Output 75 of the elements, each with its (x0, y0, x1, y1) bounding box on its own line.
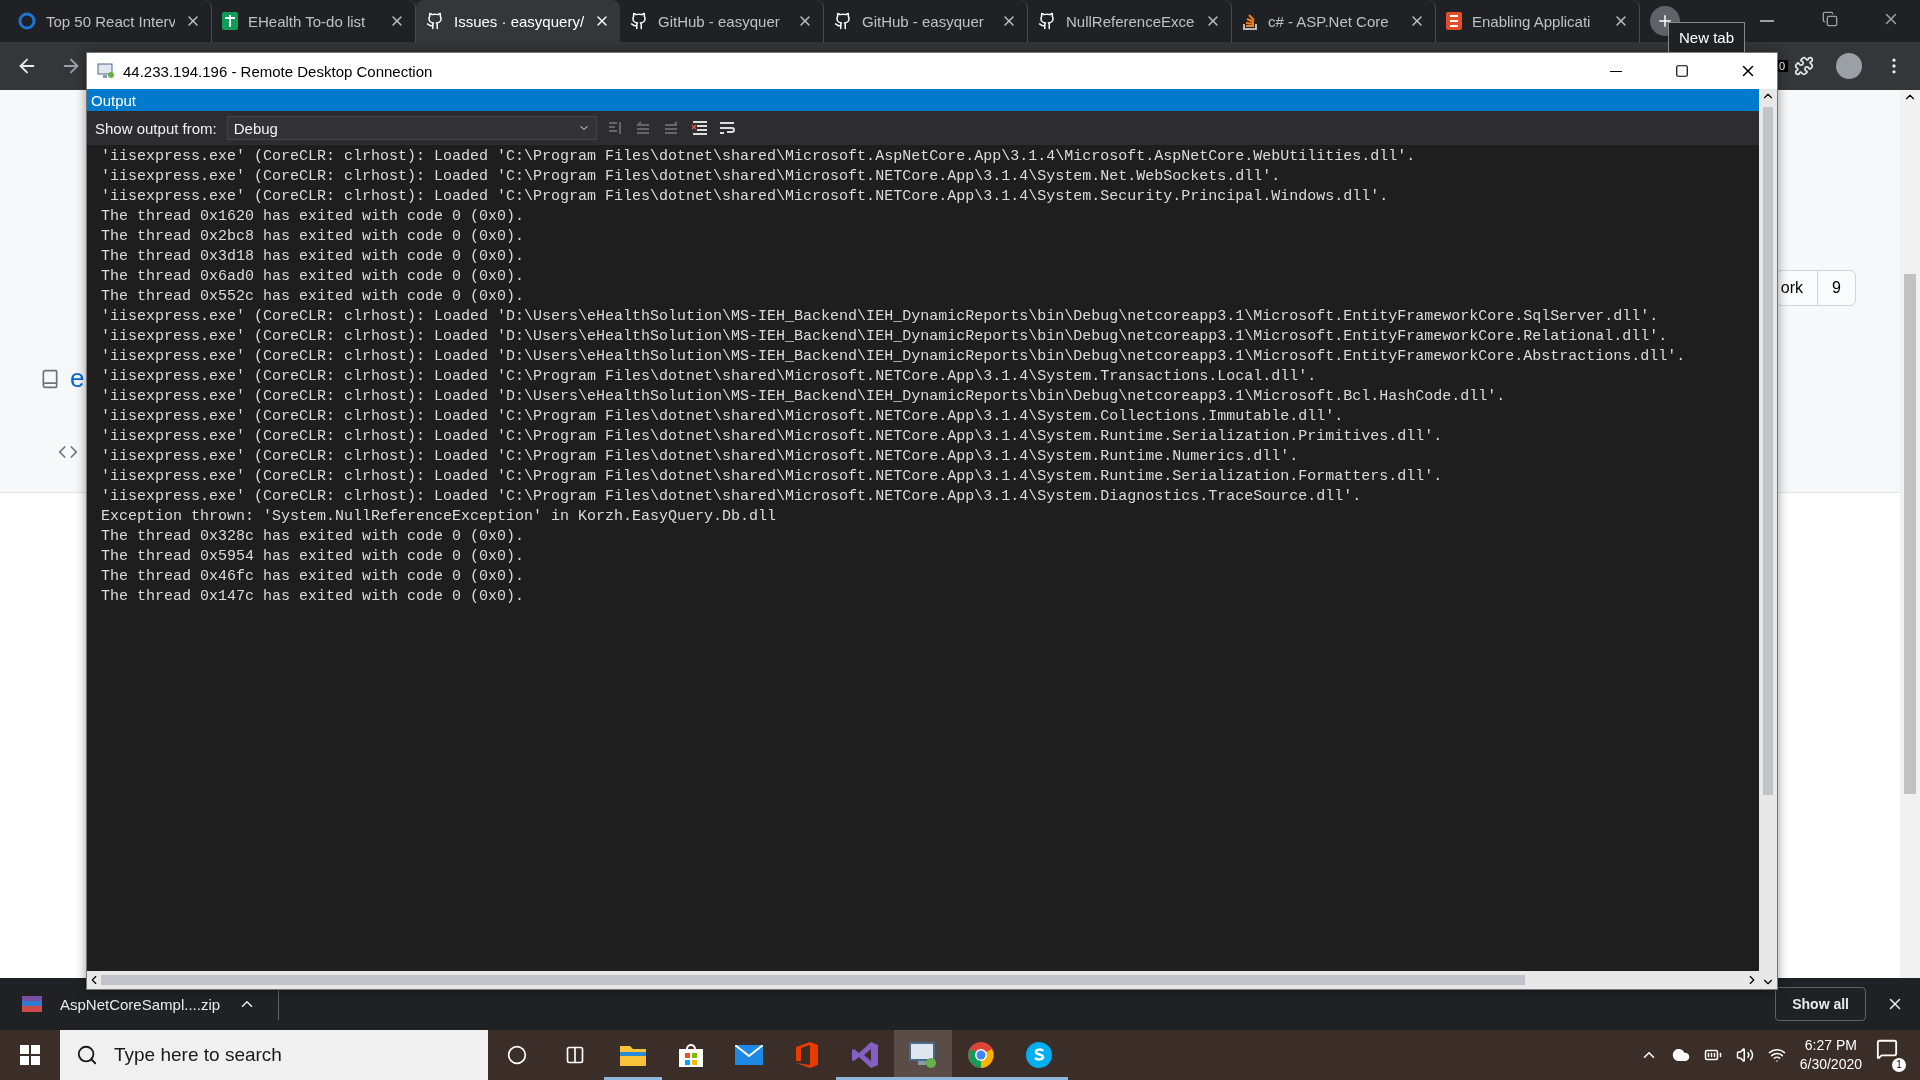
clear-all-icon[interactable] (690, 120, 709, 136)
shopping-bag-icon (679, 1043, 703, 1067)
minimize-icon (1610, 70, 1622, 72)
tooltip: New tab (1668, 22, 1746, 53)
output-line: The thread 0x5954 has exited with code 0 (0x0). (101, 547, 526, 567)
output-line: 'iisexpress.exe' (CoreCLR: clrhost): Loaded 'C:\Program Files\dotnet\shared\Microsoft.AspNetCore.App\3.1.4\Microsoft.AspNetCore.WebUtilities.dll'. (101, 147, 1417, 167)
task-view-icon (565, 1045, 585, 1065)
archive-icon (22, 996, 42, 1012)
html-icon (1446, 12, 1462, 30)
output-line: 'iisexpress.exe' (CoreCLR: clrhost): Loaded 'D:\Users\eHealthSolution\MS-IEH_Backend\IEH_DynamicReports\bin\Debug\netcoreapp3.1\Microsoft.EntityFrameworkCore.Abstractions.dll'. (101, 347, 1687, 367)
folder-icon (620, 1044, 646, 1066)
output-line: 'iisexpress.exe' (CoreCLR: clrhost): Loaded 'C:\Program Files\dotnet\shared\Microsoft.NETCore.App\3.1.4\System.Transactions.Local.dll'. (101, 367, 1318, 387)
panel-title: Output (87, 89, 1759, 111)
output-line: The thread 0x2bc8 has exited with code 0 (0x0). (101, 227, 526, 247)
office-icon (796, 1042, 818, 1068)
circle-icon (507, 1045, 527, 1065)
output-line: 'iisexpress.exe' (CoreCLR: clrhost): Loaded 'D:\Users\eHealthSolution\MS-IEH_Backend\IEH_DynamicReports\bin\Debug\netcoreapp3.1\Microsoft.Bcl.HashCode.dll'. (101, 387, 1507, 407)
output-line: 'iisexpress.exe' (CoreCLR: clrhost): Loaded 'C:\Program Files\dotnet\shared\Microsoft.NETCore.App\3.1.4\System.Net.WebSockets.dll'. (101, 167, 1282, 187)
github-icon (630, 12, 648, 30)
search-icon (76, 1044, 98, 1066)
maximize-icon (1675, 64, 1689, 78)
output-line: The thread 0x1620 has exited with code 0 (0x0). (101, 207, 526, 227)
book-icon (40, 368, 60, 389)
plus-icon (1656, 12, 1674, 30)
output-line: 'iisexpress.exe' (CoreCLR: clrhost): Loaded 'C:\Program Files\dotnet\shared\Microsoft.NETCore.App\3.1.4\System.Security.Principal.Windows.dll'. (101, 187, 1390, 207)
output-line: Exception thrown: 'System.NullReferenceException' in Korzh.EasyQuery.Db.dll (101, 507, 778, 527)
restore-icon[interactable] (1822, 11, 1838, 27)
avatar[interactable] (1836, 53, 1862, 79)
skype-icon (1026, 1042, 1052, 1068)
wifi-icon[interactable] (1767, 1046, 1786, 1064)
output-line: 'iisexpress.exe' (CoreCLR: clrhost): Loaded 'C:\Program Files\dotnet\shared\Microsoft.NETCore.App\3.1.4\System.Runtime.Serialization.Formatters.dll'. (101, 467, 1444, 487)
output-line: 'iisexpress.exe' (CoreCLR: clrhost): Loaded 'C:\Program Files\dotnet\shared\Microsoft.NETCore.App\3.1.4\System.Collections.Immutable.dll'. (101, 407, 1345, 427)
window-title: 44.233.194.196 - Remote Desktop Connection (123, 62, 433, 80)
output-line: 'iisexpress.exe' (CoreCLR: clrhost): Loaded 'D:\Users\eHealthSolution\MS-IEH_Backend\IEH_DynamicReports\bin\Debug\netcoreapp3.1\Microsoft.EntityFrameworkCore.Relational.dll'. (101, 327, 1669, 347)
next-icon[interactable] (662, 120, 681, 136)
github-icon (834, 12, 852, 30)
output-line: The thread 0x46fc has exited with code 0 (0x0). (101, 567, 526, 587)
horizontal-scrollbar[interactable] (87, 971, 1759, 989)
output-line: The thread 0x328c has exited with code 0 (0x0). (101, 527, 526, 547)
envelope-icon (735, 1045, 763, 1065)
repo-name-link[interactable]: e (70, 363, 85, 394)
browser-tab[interactable]: Issues · easyquery/ (416, 0, 620, 42)
taskbar-app[interactable] (894, 1030, 952, 1080)
stack-icon (1242, 12, 1258, 30)
output-line: 'iisexpress.exe' (CoreCLR: clrhost): Loaded 'C:\Program Files\dotnet\shared\Microsoft.NETCore.App\3.1.4\System.Runtime.Serialization.Primitives.dll'. (101, 427, 1444, 447)
puzzle-icon[interactable] (1794, 56, 1814, 76)
search-field[interactable]: Type here to search (60, 1030, 488, 1080)
page-scrollbar[interactable] (1900, 90, 1920, 978)
chrome-icon (968, 1042, 994, 1068)
word-wrap-icon[interactable] (718, 120, 737, 136)
output-line: The thread 0x552c has exited with code 0 (0x0). (101, 287, 526, 307)
visual-studio-icon (852, 1042, 878, 1068)
source-label: Show output from: (95, 119, 217, 137)
output-source-dropdown[interactable]: Debug (226, 116, 597, 140)
remote-desktop-icon (908, 1041, 938, 1069)
github-icon (426, 12, 444, 30)
message-icon (1876, 1038, 1898, 1060)
cloud-icon[interactable] (1671, 1046, 1690, 1064)
output-line: The thread 0x6ad0 has exited with code 0 (0x0). (101, 267, 526, 287)
github-icon (1038, 12, 1056, 30)
clock[interactable]: 6:27 PM 6/30/2020 (1799, 1036, 1862, 1074)
vertical-scrollbar[interactable] (1759, 89, 1777, 989)
notification-count: 1 (1892, 1058, 1906, 1072)
notification-button[interactable]: 1 (1876, 1038, 1906, 1072)
fork-button[interactable]: ork 9 (1775, 270, 1856, 306)
remote-desktop-icon (97, 63, 115, 79)
output-line: 'iisexpress.exe' (CoreCLR: clrhost): Loaded 'C:\Program Files\dotnet\shared\Microsoft.NETCore.App\3.1.4\System.Runtime.Numerics.dll'. (101, 447, 1300, 467)
output-line: 'iisexpress.exe' (CoreCLR: clrhost): Loaded 'C:\Program Files\dotnet\shared\Microsoft.NETCore.App\3.1.4\System.Diagnostics.TraceSource.dll'. (101, 487, 1363, 507)
spreadsheet-icon (222, 12, 238, 30)
output-line: The thread 0x3d18 has exited with code 0 (0x0). (101, 247, 526, 267)
windows-icon (20, 1045, 40, 1065)
output-line: The thread 0x147c has exited with code 0 (0x0). (101, 587, 526, 607)
speaker-icon[interactable] (1735, 1046, 1754, 1064)
output-line: 'iisexpress.exe' (CoreCLR: clrhost): Loaded 'D:\Users\eHealthSolution\MS-IEH_Backend\IEH_DynamicReports\bin\Debug\netcoreapp3.1\Microsoft.EntityFrameworkCore.SqlServer.dll'. (101, 307, 1660, 327)
show-all-button[interactable]: Show all (1775, 987, 1866, 1021)
